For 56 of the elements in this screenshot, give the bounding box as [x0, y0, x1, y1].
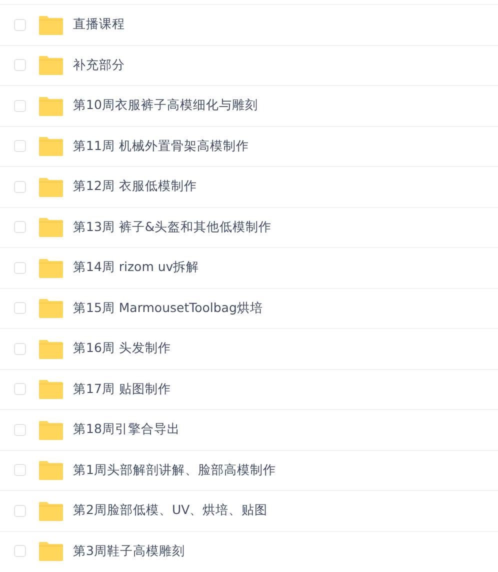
checkbox[interactable] — [14, 342, 26, 355]
checkbox[interactable] — [14, 18, 26, 31]
folder-name: 第15周 MarmousetToolbag烘培 — [73, 300, 263, 317]
folder-icon — [39, 298, 63, 318]
checkbox[interactable] — [14, 262, 26, 274]
checkbox[interactable] — [14, 180, 26, 193]
folder-name: 第18周引擎合导出 — [73, 421, 180, 438]
folder-row[interactable]: 第10周衣服裤子高模细化与雕刻 — [0, 85, 498, 126]
folder-row[interactable]: 第12周 衣服低模制作 — [0, 166, 498, 206]
folder-name: 第11周 机械外置骨架高模制作 — [73, 138, 249, 155]
folder-row[interactable]: 直播课程 — [0, 4, 498, 44]
checkbox[interactable] — [14, 383, 26, 396]
checkbox[interactable] — [14, 59, 26, 72]
folder-row[interactable]: 第17周 贴图制作 — [0, 368, 498, 409]
folder-row[interactable]: 第16周 头发制作 — [0, 328, 498, 368]
checkbox[interactable] — [14, 140, 26, 152]
checkbox[interactable] — [14, 302, 26, 314]
folder-row[interactable]: 第1周头部解剖讲解、脸部高模制作 — [0, 450, 498, 490]
folder-row[interactable]: 第18周引擎合导出 — [0, 409, 498, 450]
folder-row[interactable]: 补充部分 — [0, 44, 498, 85]
folder-row[interactable]: 第15周 MarmousetToolbag烘培 — [0, 288, 498, 328]
folder-icon — [39, 176, 63, 197]
folder-name: 第14周 rizom uv拆解 — [73, 259, 200, 276]
folder-icon — [39, 258, 63, 278]
folder-icon — [39, 338, 63, 359]
folder-name: 补充部分 — [73, 56, 125, 74]
checkbox[interactable] — [14, 100, 26, 112]
checkbox[interactable] — [14, 424, 26, 436]
folder-name: 第10周衣服裤子高模细化与雕刻 — [73, 97, 258, 114]
checkbox[interactable] — [14, 504, 26, 517]
folder-row[interactable]: 第3周鞋子高模雕刻 — [0, 530, 498, 571]
folder-row[interactable]: 第2周脸部低模、UV、烘培、贴图 — [0, 490, 498, 530]
folder-icon — [39, 541, 63, 562]
checkbox[interactable] — [14, 464, 26, 476]
checkbox[interactable] — [14, 545, 26, 558]
folder-icon — [39, 55, 63, 76]
folder-row[interactable]: 第11周 机械外置骨架高模制作 — [0, 126, 498, 166]
folder-icon — [39, 96, 63, 116]
folder-icon — [39, 379, 63, 400]
folder-icon — [39, 136, 63, 156]
folder-name: 第17周 贴图制作 — [73, 380, 171, 398]
folder-name: 第1周头部解剖讲解、脸部高模制作 — [73, 462, 276, 479]
checkbox[interactable] — [14, 221, 26, 234]
folder-name: 第3周鞋子高模雕刻 — [73, 542, 185, 560]
folder-name: 第12周 衣服低模制作 — [73, 178, 197, 196]
folder-icon — [39, 500, 63, 521]
folder-row[interactable]: 第13周 裤子&头盔和其他低模制作 — [0, 206, 498, 247]
folder-icon — [39, 217, 63, 238]
folder-row[interactable]: 第14周 rizom uv拆解 — [0, 247, 498, 288]
folder-icon — [39, 14, 63, 35]
folder-name: 第2周脸部低模、UV、烘培、贴图 — [73, 502, 268, 520]
folder-name: 直播课程 — [73, 16, 125, 34]
folder-icon — [39, 420, 63, 440]
folder-name: 第16周 头发制作 — [73, 340, 171, 358]
folder-icon — [39, 460, 63, 480]
folder-name: 第13周 裤子&头盔和其他低模制作 — [73, 218, 272, 236]
